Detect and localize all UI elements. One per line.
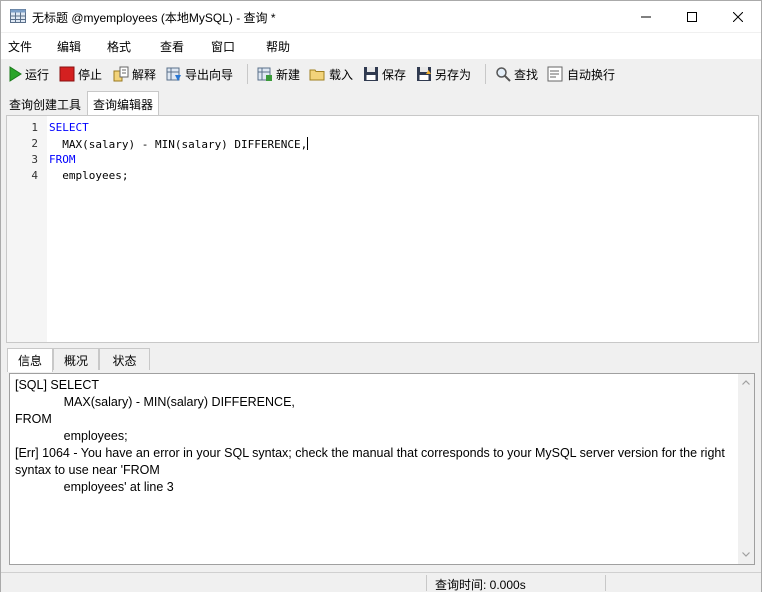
tab-overview[interactable]: 概况 (53, 348, 99, 370)
code-text: MAX(salary) - MIN(salary) DIFFERENCE, (49, 138, 308, 151)
tab-info[interactable]: 信息 (7, 348, 53, 372)
status-bar: 查询时间: 0.000s (1, 572, 761, 592)
sql-editor[interactable]: 1 2 3 4 SELECT MAX(salary) - MIN(salary)… (6, 115, 759, 343)
text-caret (307, 137, 309, 150)
load-label: 载入 (329, 67, 354, 82)
maximize-icon (687, 11, 697, 22)
line-number: 1 (31, 121, 38, 134)
code-line: FROM (49, 153, 76, 166)
word-wrap-button[interactable]: 自动换行 (547, 64, 615, 84)
tab-query-builder[interactable]: 查询创建工具 (4, 92, 86, 114)
new-button[interactable]: 新建 (257, 64, 300, 84)
save-label: 保存 (382, 67, 407, 82)
new-query-icon (257, 67, 272, 81)
minimize-icon (641, 16, 651, 17)
scroll-up-icon[interactable] (742, 380, 750, 385)
run-button[interactable]: 运行 (8, 64, 49, 84)
message-text: [SQL] SELECT MAX(salary) - MIN(salary) D… (15, 378, 725, 494)
menu-bar: 文件 编辑 格式 查看 窗口 帮助 (1, 33, 761, 59)
toolbar-divider (485, 64, 486, 84)
tab-query-editor[interactable]: 查询编辑器 (87, 91, 160, 115)
stop-button[interactable]: 停止 (59, 64, 102, 84)
magnifier-icon (496, 67, 511, 82)
word-wrap-icon (547, 66, 563, 82)
menu-edit[interactable]: 编辑 (57, 38, 81, 55)
run-label: 运行 (25, 67, 50, 82)
code-line: MAX(salary) - MIN(salary) DIFFERENCE, (49, 137, 309, 151)
line-number: 2 (31, 137, 38, 150)
status-divider (426, 575, 427, 591)
menu-help[interactable]: 帮助 (266, 38, 290, 55)
line-number-gutter: 1 2 3 4 (7, 116, 47, 342)
save-button[interactable]: 保存 (363, 64, 406, 84)
menu-view[interactable]: 查看 (160, 38, 184, 55)
explain-label: 解释 (132, 67, 157, 82)
title-bar: 无标题 @myemployees (本地MySQL) - 查询 * (1, 1, 761, 32)
new-label: 新建 (276, 67, 301, 82)
save-as-label: 另存为 (435, 67, 472, 82)
close-icon (733, 11, 743, 22)
menu-file[interactable]: 文件 (8, 38, 32, 55)
vertical-scrollbar[interactable] (738, 374, 754, 564)
code-line: employees; (49, 169, 129, 182)
play-icon (9, 66, 22, 82)
find-button[interactable]: 查找 (495, 64, 538, 84)
scroll-down-icon[interactable] (742, 552, 750, 557)
editor-tabs: 查询创建工具 查询编辑器 (1, 91, 761, 115)
explain-icon (113, 66, 129, 82)
export-wizard-label: 导出向导 (185, 67, 234, 82)
line-number: 3 (31, 153, 38, 166)
floppy-disk-icon (364, 67, 378, 81)
tab-status[interactable]: 状态 (99, 348, 150, 370)
window-title: 无标题 @myemployees (本地MySQL) - 查询 * (32, 11, 276, 25)
folder-icon (309, 69, 325, 81)
toolbar: 运行 停止 解释 导出向导 新建 载入 保存 另存为 查找 自动换行 (1, 60, 761, 88)
status-divider (605, 575, 606, 591)
stop-label: 停止 (78, 67, 103, 82)
message-panel[interactable]: [SQL] SELECT MAX(salary) - MIN(salary) D… (9, 373, 755, 565)
toolbar-divider (247, 64, 248, 84)
table-icon (10, 9, 26, 23)
minimize-button[interactable] (623, 1, 669, 32)
menu-window[interactable]: 窗口 (211, 38, 235, 55)
explain-button[interactable]: 解释 (113, 64, 156, 84)
load-button[interactable]: 载入 (309, 64, 353, 84)
word-wrap-label: 自动换行 (567, 67, 616, 82)
maximize-button[interactable] (669, 1, 715, 32)
export-icon (166, 67, 181, 81)
code-line: SELECT (49, 121, 89, 134)
close-button[interactable] (715, 1, 761, 32)
save-as-button[interactable]: 另存为 (416, 64, 471, 84)
find-label: 查找 (514, 67, 539, 82)
menu-format[interactable]: 格式 (107, 38, 131, 55)
save-as-icon (417, 67, 431, 81)
query-time: 查询时间: 0.000s (435, 578, 526, 592)
stop-icon (59, 66, 75, 82)
result-tabs: 信息 概况 状态 (4, 348, 761, 372)
line-number: 4 (31, 169, 38, 182)
export-wizard-button[interactable]: 导出向导 (166, 64, 233, 84)
query-window: 无标题 @myemployees (本地MySQL) - 查询 * 文件 编辑 … (0, 0, 762, 592)
